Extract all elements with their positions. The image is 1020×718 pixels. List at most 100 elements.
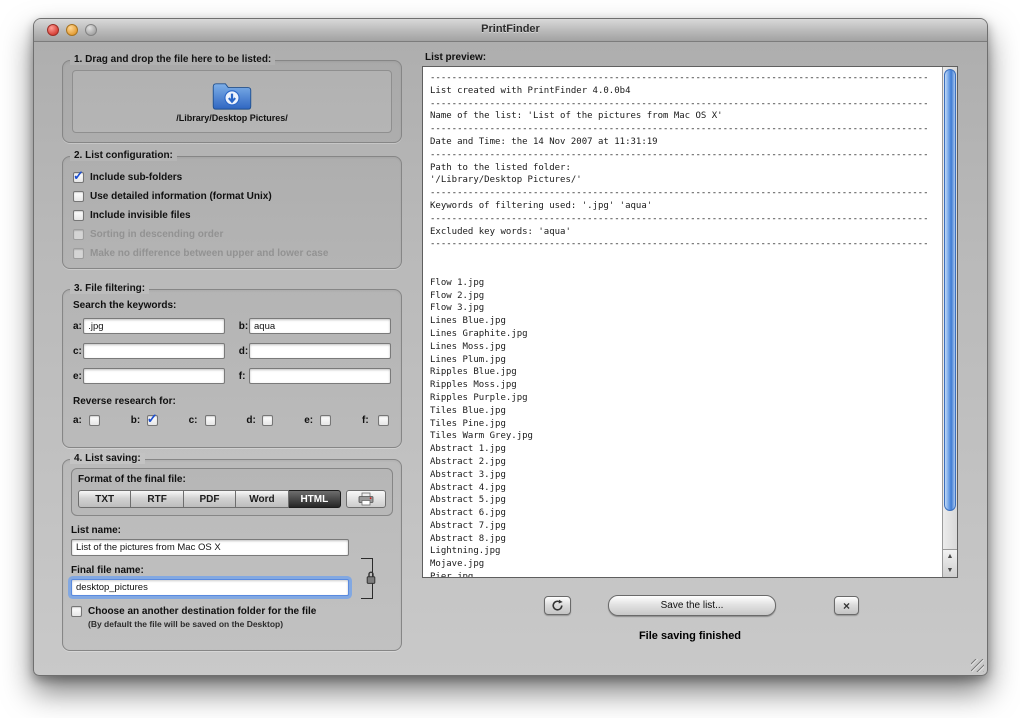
checkbox-icon[interactable]: [73, 191, 84, 202]
format-box: Format of the final file: TXT RTF PDF Wo…: [71, 468, 393, 516]
list-name-label: List name:: [71, 525, 122, 536]
checkbox-icon: [73, 248, 84, 259]
option-detailed-information[interactable]: Use detailed information (format Unix): [73, 187, 393, 206]
option-ignore-case: Make no difference between upper and low…: [73, 244, 393, 263]
reverse-key-e: e:: [304, 415, 314, 426]
reverse-pair-f: f:: [362, 415, 389, 426]
reverse-key-f: f:: [361, 415, 369, 426]
format-button-word[interactable]: Word: [236, 490, 289, 508]
keyword-key-f: f:: [238, 370, 246, 382]
format-label: Format of the final file:: [78, 474, 186, 485]
printfinder-window: PrintFinder 1. Drag and drop the file he…: [33, 18, 988, 676]
drop-section: 1. Drag and drop the file here to be lis…: [62, 54, 402, 143]
format-segmented-control: TXT RTF PDF Word HTML: [78, 490, 387, 508]
final-file-name-input[interactable]: [71, 579, 349, 596]
keyword-input-a[interactable]: [83, 318, 226, 334]
status-message: File saving finished: [638, 630, 742, 642]
title-bar[interactable]: PrintFinder: [34, 19, 987, 42]
reverse-pair-b: b:: [130, 411, 158, 427]
checkbox-icon[interactable]: [73, 210, 84, 221]
folder-icon: [212, 82, 252, 110]
scrollbar-arrows: ▲ ▼: [943, 549, 957, 577]
reverse-pair-a: a:: [73, 415, 100, 426]
keyword-key-a: a:: [73, 320, 82, 332]
reverse-pair-d: d:: [246, 415, 274, 426]
final-file-name-label: Final file name:: [71, 565, 144, 576]
reverse-pair-e: e:: [304, 415, 332, 426]
reverse-key-b: b:: [130, 415, 141, 426]
list-preview-text[interactable]: ----------------------------------------…: [423, 67, 942, 577]
option-sorting-descending: Sorting in descending order: [73, 225, 393, 244]
keyword-key-e: e:: [73, 370, 82, 382]
option-label: Include sub-folders: [90, 172, 183, 183]
close-list-button[interactable]: ×: [834, 596, 859, 615]
keyword-input-b[interactable]: [249, 318, 391, 334]
destination-label: Choose an another destination folder for…: [88, 606, 317, 617]
drop-zone[interactable]: /Library/Desktop Pictures/: [72, 70, 392, 133]
config-options: Include sub-folders Use detailed informa…: [73, 168, 393, 263]
config-section-title: 2. List configuration:: [70, 150, 177, 161]
scroll-down-arrow-icon[interactable]: ▼: [943, 564, 957, 577]
list-configuration-section: 2. List configuration: Include sub-folde…: [62, 150, 402, 269]
list-saving-section: 4. List saving: Format of the final file…: [62, 453, 402, 651]
reverse-checkbox-e[interactable]: [320, 415, 332, 426]
reverse-key-d: d:: [246, 415, 256, 426]
reverse-key-c: c:: [188, 415, 198, 426]
keyword-input-d[interactable]: [249, 343, 391, 359]
refresh-button[interactable]: [544, 596, 571, 615]
keyword-input-e[interactable]: [83, 368, 226, 384]
reverse-research-label: Reverse research for:: [73, 396, 176, 407]
file-filtering-section: 3. File filtering: Search the keywords: …: [62, 283, 402, 448]
option-include-subfolders[interactable]: Include sub-folders: [73, 168, 393, 187]
desktop: PrintFinder 1. Drag and drop the file he…: [0, 0, 1020, 718]
list-preview-label: List preview:: [425, 52, 487, 63]
save-list-button[interactable]: Save the list...: [608, 595, 776, 616]
saving-section-title: 4. List saving:: [70, 453, 145, 464]
preview-scrollbar[interactable]: ▲ ▼: [942, 67, 957, 577]
keyword-key-d: d:: [238, 345, 249, 357]
reverse-key-a: a:: [73, 415, 82, 426]
keyword-row: e: f:: [73, 368, 391, 384]
keyword-key-b: b:: [238, 320, 249, 332]
destination-note: (By default the file will be saved on th…: [88, 619, 284, 629]
format-button-txt[interactable]: TXT: [78, 490, 132, 508]
keyword-input-f[interactable]: [249, 368, 391, 384]
list-name-input[interactable]: [71, 539, 349, 556]
filtering-section-title: 3. File filtering:: [70, 283, 150, 294]
scrollbar-thumb[interactable]: [944, 69, 956, 511]
keyword-key-c: c:: [73, 345, 82, 357]
checkbox-icon[interactable]: [73, 168, 84, 184]
reverse-checkbox-f[interactable]: [377, 415, 389, 426]
option-label: Include invisible files: [90, 210, 191, 221]
keyword-row: c: d:: [73, 343, 391, 359]
search-keywords-label: Search the keywords:: [73, 300, 177, 311]
print-button[interactable]: [346, 490, 387, 508]
reverse-checkbox-c[interactable]: [204, 415, 216, 426]
reverse-checkbox-a[interactable]: [89, 415, 100, 426]
keyword-input-c[interactable]: [83, 343, 226, 359]
lock-icon[interactable]: [365, 570, 377, 585]
destination-checkbox[interactable]: [71, 606, 82, 617]
option-label: Sorting in descending order: [90, 229, 224, 240]
reverse-checkbox-b[interactable]: [146, 411, 158, 427]
destination-folder-option[interactable]: Choose an another destination folder for…: [71, 606, 393, 617]
list-preview-box: ----------------------------------------…: [422, 66, 958, 578]
refresh-icon: [552, 599, 563, 611]
option-label: Use detailed information (format Unix): [90, 191, 272, 202]
drop-section-title: 1. Drag and drop the file here to be lis…: [70, 54, 276, 65]
format-button-rtf[interactable]: RTF: [131, 490, 184, 508]
option-invisible-files[interactable]: Include invisible files: [73, 206, 393, 225]
reverse-pair-c: c:: [189, 415, 216, 426]
printer-icon: [358, 492, 374, 506]
resize-grip[interactable]: [971, 659, 984, 672]
scroll-up-arrow-icon[interactable]: ▲: [943, 550, 957, 564]
checkbox-icon: [73, 229, 84, 240]
keyword-row: a: b:: [73, 318, 391, 334]
window-title: PrintFinder: [481, 23, 540, 35]
option-label: Make no difference between upper and low…: [90, 248, 329, 259]
format-button-pdf[interactable]: PDF: [183, 490, 237, 508]
format-button-html[interactable]: HTML: [288, 490, 342, 508]
folder-path: /Library/Desktop Pictures/: [176, 112, 288, 123]
reverse-checkbox-d[interactable]: [262, 415, 274, 426]
reverse-checkbox-row: a: b: c: d:: [73, 411, 391, 427]
